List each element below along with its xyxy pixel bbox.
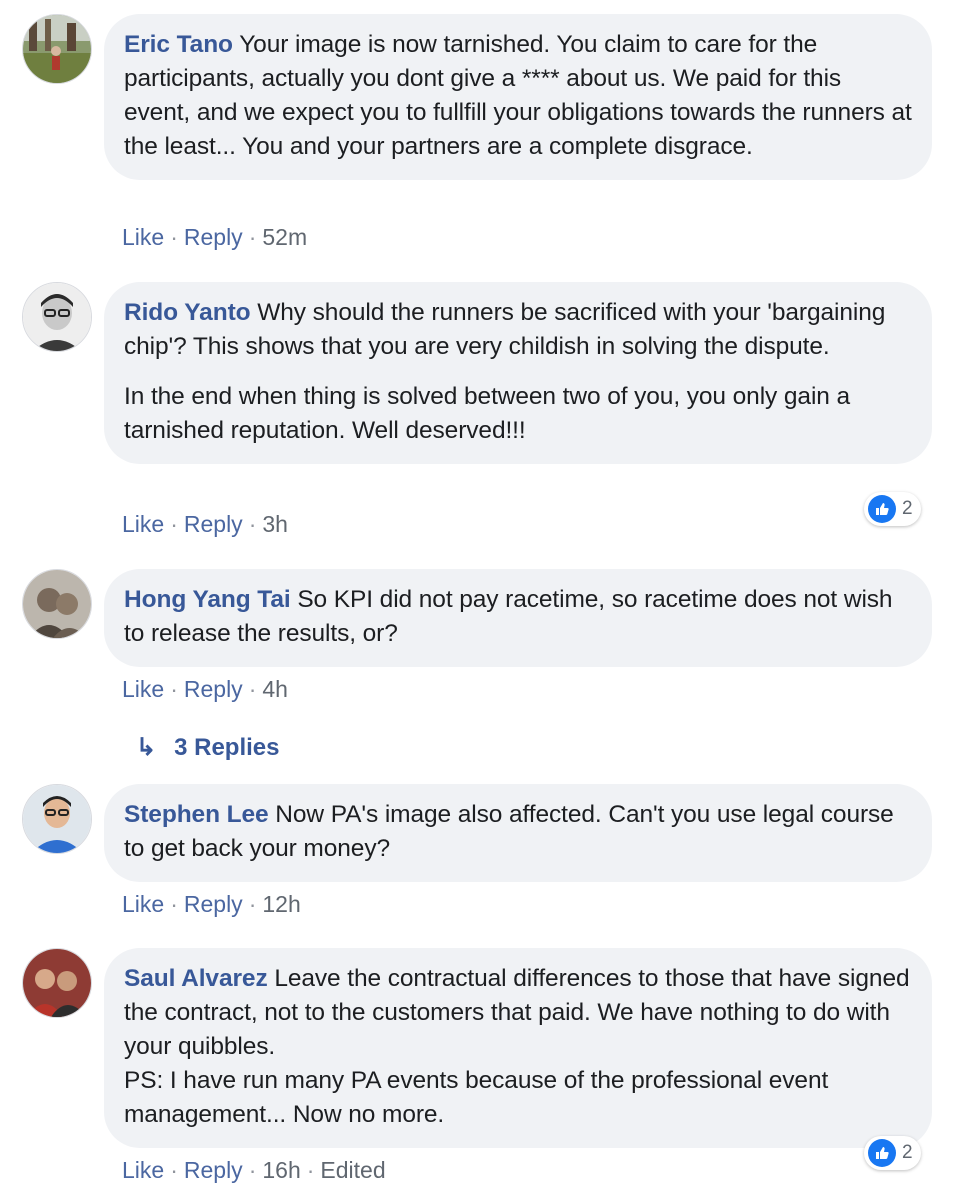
- reply-link[interactable]: Reply: [184, 891, 243, 917]
- separator: ·: [248, 1157, 257, 1183]
- comment-timestamp[interactable]: 52m: [262, 224, 307, 250]
- comment-bubble: Hong Yang Tai So KPI did not pay racetim…: [104, 569, 932, 667]
- comment-bubble: Stephen Lee Now PA's image also affected…: [104, 784, 932, 882]
- reaction-badge[interactable]: 2: [864, 492, 921, 526]
- comment-timestamp[interactable]: 3h: [262, 511, 288, 537]
- comment-timestamp[interactable]: 4h: [262, 676, 288, 702]
- like-link[interactable]: Like: [122, 891, 164, 917]
- separator: ·: [306, 1157, 315, 1183]
- comment-text: Your image is now tarnished. You claim t…: [124, 31, 912, 160]
- thumbs-up-icon: [868, 1139, 896, 1167]
- comment-text: In the end when thing is solved between …: [124, 383, 851, 444]
- avatar[interactable]: [22, 569, 92, 639]
- avatar[interactable]: [22, 784, 92, 854]
- comment-bubble: Saul Alvarez Leave the contractual diffe…: [104, 948, 932, 1148]
- comment-author[interactable]: Saul Alvarez: [124, 965, 268, 992]
- separator: ·: [248, 891, 257, 917]
- reply-arrow-icon: ↳: [136, 734, 157, 761]
- like-link[interactable]: Like: [122, 1157, 164, 1183]
- comment-timestamp[interactable]: 16h: [262, 1157, 300, 1183]
- separator: ·: [248, 676, 257, 702]
- comment-actions: Like · Reply · 16h · Edited: [122, 1155, 386, 1185]
- comment-actions: Like · Reply · 52m: [122, 222, 307, 252]
- thumbs-up-icon: [868, 495, 896, 523]
- reply-link[interactable]: Reply: [184, 511, 243, 537]
- like-link[interactable]: Like: [122, 224, 164, 250]
- comment-timestamp[interactable]: 12h: [262, 891, 300, 917]
- reaction-count: 2: [902, 498, 913, 519]
- separator: ·: [248, 511, 257, 537]
- separator: ·: [170, 676, 178, 702]
- avatar[interactable]: [22, 948, 92, 1018]
- avatar[interactable]: [22, 14, 92, 84]
- reply-link[interactable]: Reply: [184, 676, 243, 702]
- comment-actions: Like · Reply · 4h: [122, 674, 288, 704]
- view-replies-link[interactable]: ↳ 3 Replies: [136, 733, 280, 762]
- replies-label: 3 Replies: [174, 734, 280, 761]
- avatar[interactable]: [22, 282, 92, 352]
- like-link[interactable]: Like: [122, 511, 164, 537]
- comment-bubble: Rido Yanto Why should the runners be sac…: [104, 282, 932, 464]
- reaction-count: 2: [902, 1142, 913, 1163]
- separator: ·: [170, 511, 178, 537]
- comment-author[interactable]: Hong Yang Tai: [124, 586, 291, 613]
- like-link[interactable]: Like: [122, 676, 164, 702]
- reply-link[interactable]: Reply: [184, 1157, 243, 1183]
- reaction-badge[interactable]: 2: [864, 1136, 921, 1170]
- separator: ·: [170, 1157, 178, 1183]
- comment-author[interactable]: Stephen Lee: [124, 801, 269, 828]
- reply-link[interactable]: Reply: [184, 224, 243, 250]
- separator: ·: [248, 224, 257, 250]
- separator: ·: [170, 891, 178, 917]
- comment-author[interactable]: Eric Tano: [124, 31, 233, 58]
- comment-actions: Like · Reply · 3h: [122, 509, 288, 539]
- comment-bubble: Eric Tano Your image is now tarnished. Y…: [104, 14, 932, 180]
- comment-text: PS: I have run many PA events because of…: [124, 1067, 829, 1128]
- comment-author[interactable]: Rido Yanto: [124, 299, 251, 326]
- edited-label[interactable]: Edited: [320, 1157, 385, 1183]
- comment-actions: Like · Reply · 12h: [122, 889, 301, 919]
- separator: ·: [170, 224, 178, 250]
